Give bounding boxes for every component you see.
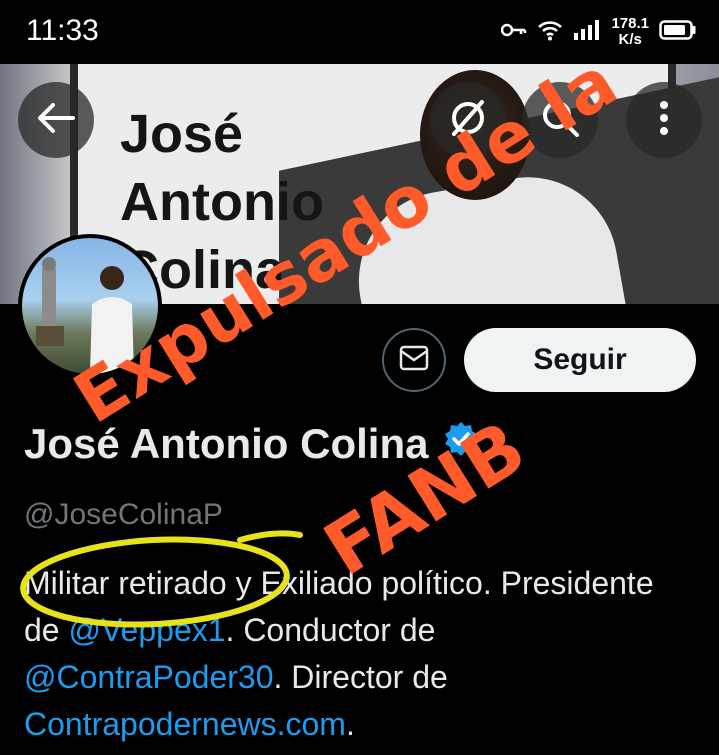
more-icon bbox=[659, 100, 669, 141]
network-speed: 178.1 K/s bbox=[611, 16, 649, 48]
profile-avatar[interactable] bbox=[18, 234, 162, 378]
avatar-photo bbox=[22, 238, 158, 374]
search-button[interactable] bbox=[522, 82, 598, 158]
verified-icon bbox=[442, 420, 480, 468]
back-arrow-icon bbox=[37, 102, 75, 139]
bio-text-3: . Director de bbox=[273, 659, 448, 695]
bio-text-4: . bbox=[345, 706, 355, 742]
bio-text-2: . Conductor de bbox=[225, 612, 436, 648]
bio-website-link[interactable]: Contrapodernews.com bbox=[24, 706, 346, 742]
profile-name-row: José Antonio Colina bbox=[24, 420, 480, 468]
profile-bio: Militar retirado y Exiliado político. Pr… bbox=[24, 560, 684, 748]
grok-button[interactable] bbox=[430, 82, 506, 158]
profile-handle: @JoseColinaP bbox=[24, 498, 223, 531]
key-icon bbox=[501, 22, 527, 43]
bio-mention-veppex[interactable]: @Veppex1 bbox=[68, 612, 225, 648]
banner-line-1: José bbox=[120, 104, 244, 164]
signal-icon bbox=[573, 19, 601, 46]
banner-line-2: Antonio bbox=[120, 172, 324, 232]
grok-icon bbox=[448, 98, 488, 143]
status-time: 11:33 bbox=[26, 14, 99, 47]
status-bar: 11:33 178.1 K/s bbox=[0, 0, 719, 64]
status-icons: 178.1 K/s bbox=[501, 14, 697, 50]
bio-mention-contrapoder[interactable]: @ContraPoder30 bbox=[24, 659, 274, 695]
message-icon bbox=[399, 345, 429, 376]
back-button[interactable] bbox=[18, 82, 94, 158]
profile-name: José Antonio Colina bbox=[24, 420, 429, 467]
wifi-icon bbox=[537, 19, 563, 46]
message-button[interactable] bbox=[382, 328, 446, 392]
speed-unit: K/s bbox=[618, 31, 642, 48]
speed-value: 178.1 bbox=[611, 15, 649, 32]
more-button[interactable] bbox=[626, 82, 702, 158]
battery-icon bbox=[659, 19, 697, 45]
search-icon bbox=[540, 98, 580, 143]
follow-button[interactable]: Seguir bbox=[464, 328, 696, 392]
